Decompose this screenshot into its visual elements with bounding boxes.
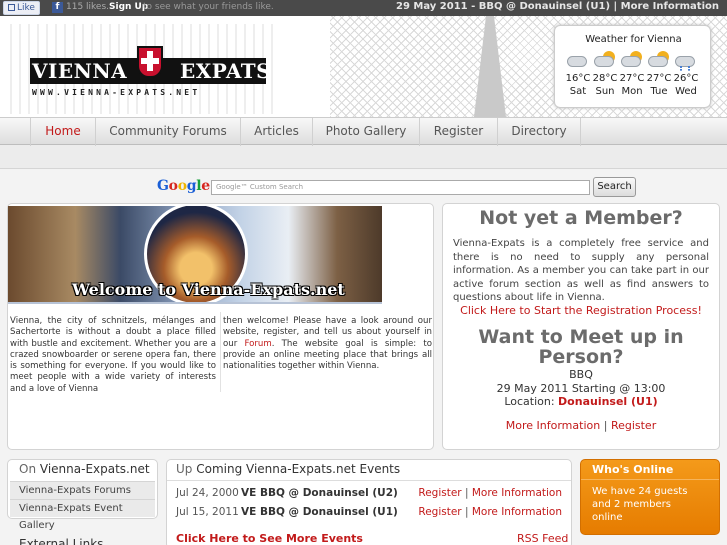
- welcome-text-right: then welcome! Please have a look around …: [223, 316, 432, 372]
- more-events-link[interactable]: Click Here to See More Events: [176, 532, 363, 545]
- logo-word-vienna: VIENNA: [32, 59, 128, 83]
- weather-day: 28°C Sun: [591, 50, 619, 97]
- main-nav: Home Community Forums Articles Photo Gal…: [0, 117, 727, 146]
- event-register-link[interactable]: Register: [418, 506, 461, 518]
- welcome-banner: Welcome to Vienna-Expats.net: [8, 206, 382, 304]
- event-date: Jul 15, 2011: [176, 506, 239, 518]
- forum-link[interactable]: Forum: [244, 339, 271, 349]
- event-name[interactable]: VE BBQ @ Donauinsel (U2): [241, 487, 398, 499]
- event-name[interactable]: VE BBQ @ Donauinsel (U1): [241, 506, 398, 518]
- events-divider: [167, 480, 571, 481]
- weather-temp: 26°C: [673, 73, 699, 84]
- site-links-title: On Vienna-Expats.net: [19, 462, 150, 476]
- signup-text: to see what your friends like.: [143, 2, 274, 12]
- like-button[interactable]: Like: [3, 1, 40, 15]
- banner-caption: Welcome to Vienna-Expats.net: [72, 280, 345, 299]
- meet-location-link[interactable]: Donauinsel (U1): [558, 395, 658, 408]
- event-register-link[interactable]: Register: [418, 487, 461, 499]
- nav-home[interactable]: Home: [30, 118, 95, 146]
- weather-day-name: Sat: [569, 86, 587, 97]
- meet-event: BBQ: [569, 368, 593, 381]
- austrian-shield-icon: [137, 46, 163, 78]
- event-more-info-link[interactable]: More Information: [472, 487, 562, 499]
- rss-feed-link[interactable]: RSS Feed: [517, 532, 568, 545]
- events-title: Up Coming Vienna-Expats.net Events: [176, 462, 401, 476]
- weather-title: Weather for Vienna: [585, 34, 682, 45]
- member-body: Vienna-Expats is a completely free servi…: [453, 238, 709, 303]
- meet-more-info-link[interactable]: More Information: [506, 419, 600, 432]
- meet-location: Location: Donauinsel (U1): [504, 395, 658, 408]
- weather-day: 16°C Sat: [564, 50, 592, 97]
- weather-temp: 28°C: [592, 73, 618, 84]
- nav-photo-gallery[interactable]: Photo Gallery: [312, 118, 419, 146]
- whos-online-title: Who's Online: [592, 463, 674, 476]
- weather-day-name: Tue: [650, 86, 668, 97]
- weather-widget: Weather for Vienna 16°C Sat 28°C Sun 27°…: [554, 25, 711, 108]
- weather-temp: 27°C: [646, 73, 672, 84]
- external-links-title: External Links: [19, 537, 104, 545]
- facebook-icon: f: [52, 2, 63, 13]
- welcome-text-left: Vienna, the city of schnitzels, mélanges…: [10, 316, 216, 394]
- whos-online-text: We have 24 guests and 2 members online: [592, 486, 688, 523]
- event-links: Register | More Information: [418, 506, 562, 518]
- meet-when: 29 May 2011 Starting @ 13:00: [496, 382, 666, 395]
- meet-title: Want to Meet up in Person?: [478, 326, 684, 368]
- logo-url: WWW.VIENNA-EXPATS.NET: [32, 88, 201, 97]
- column-divider: [220, 312, 221, 392]
- thumbs-up-icon: [8, 4, 15, 11]
- weather-day-name: Mon: [621, 86, 643, 97]
- nav-articles[interactable]: Articles: [240, 118, 312, 146]
- event-date: Jul 24, 2000: [176, 487, 239, 499]
- partly-cloudy-icon: [647, 50, 671, 70]
- weather-temp: 27°C: [619, 73, 645, 84]
- member-title: Not yet a Member?: [479, 207, 683, 229]
- nav-register[interactable]: Register: [419, 118, 497, 146]
- facebook-bar: Like f 115 likes. Sign Up to see what yo…: [0, 0, 727, 16]
- search-button[interactable]: Search: [593, 177, 636, 197]
- link-forums[interactable]: Vienna-Expats Forums: [10, 481, 155, 499]
- search-input[interactable]: Google™ Custom Search: [211, 180, 590, 195]
- weather-day: 26°C Wed: [672, 50, 700, 97]
- weather-day: 27°C Mon: [618, 50, 646, 97]
- meet-register-link[interactable]: Register: [611, 419, 656, 432]
- link-event-gallery[interactable]: Vienna-Expats Event Gallery: [10, 499, 155, 531]
- whos-online-divider: [581, 479, 719, 480]
- weather-day-name: Sun: [595, 86, 615, 97]
- registration-link[interactable]: Click Here to Start the Registration Pro…: [442, 304, 720, 317]
- likes-count: 115 likes.: [66, 2, 110, 12]
- google-logo: Google: [157, 178, 210, 194]
- event-links: Register | More Information: [418, 487, 562, 499]
- weather-day-name: Wed: [675, 86, 697, 97]
- logo-word-expats: EXPATS: [180, 59, 272, 83]
- meet-links: More Information | Register: [505, 419, 657, 432]
- like-label: Like: [17, 3, 35, 13]
- partly-cloudy-icon: [593, 50, 617, 70]
- cloudy-icon: [566, 50, 590, 70]
- nav-directory[interactable]: Directory: [497, 118, 581, 146]
- weather-temp: 16°C: [565, 73, 591, 84]
- event-more-info-link[interactable]: More Information: [472, 506, 562, 518]
- weather-day: 27°C Tue: [645, 50, 673, 97]
- nav-community-forums[interactable]: Community Forums: [95, 118, 240, 146]
- partly-cloudy-icon: [620, 50, 644, 70]
- top-news[interactable]: 29 May 2011 - BBQ @ Donauinsel (U1) | Mo…: [396, 1, 719, 12]
- rain-icon: [674, 50, 698, 71]
